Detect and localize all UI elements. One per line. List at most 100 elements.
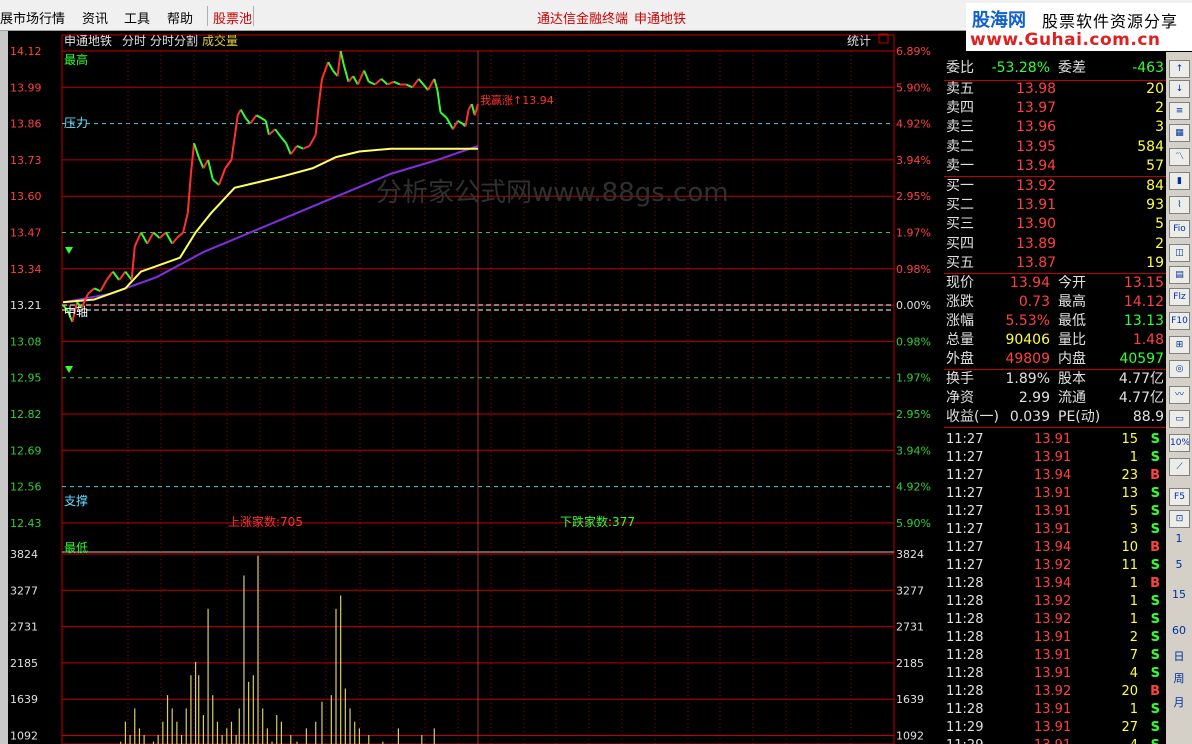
toolbar-button-4[interactable]: F5 [1169,488,1190,506]
toolbar-button-9[interactable]: 日 [1166,648,1192,664]
menu-separator [207,6,208,26]
tick-time: 11:28 [946,576,984,591]
price-line-segment [374,78,382,86]
percent-axis-label: 5.90% [896,81,931,94]
bid-volume: 2 [1155,235,1164,252]
price-line-segment [193,142,200,158]
toolbar-button-0[interactable]: Fio [1169,220,1190,238]
candle-icon[interactable]: ▮ [1169,172,1190,190]
menu-news[interactable]: 资讯 [82,8,108,27]
volume-axis-label: 1639 [10,693,38,706]
info-label: 量比 [1058,332,1086,348]
tick-volume: 15 [1121,432,1138,447]
tick-row: 11:28 13.91 2 S [944,628,1166,647]
tool-icon[interactable]: 〰 [1169,386,1190,404]
fundamental-row: 收益(一) 0.039 PE(动) 88.9 [944,408,1166,427]
toolbar-button-10[interactable]: 周 [1166,670,1192,686]
menu-help[interactable]: 帮助 [167,8,193,27]
bid-row: 买二 13.91 93 [944,196,1166,215]
panel-divider [944,427,1166,428]
left-scroll-strip[interactable] [0,31,8,744]
tool-icon[interactable]: ▭ [1169,410,1190,428]
info-label: 内盘 [1058,351,1086,367]
tick-row: 11:28 13.92 1 S [944,610,1166,629]
tick-price: 13.91 [1034,630,1072,645]
percent-axis-label: 0.00% [896,299,931,312]
tick-time: 11:27 [946,504,984,519]
menu-tools[interactable]: 工具 [124,8,150,27]
info-label: 涨幅 [946,313,974,329]
info-value: 13.13 [1123,313,1164,329]
menu-stock-pool[interactable]: 股票池 [213,8,252,27]
toolbar-button-11[interactable]: 月 [1166,694,1192,710]
price-axis-label: 12.95 [10,372,42,385]
chart-mode-volume[interactable]: 成交量 [202,33,238,48]
price-line-segment [224,159,233,169]
info-value: 0.73 [1018,294,1050,310]
menu-market[interactable]: 展市场行情 [0,8,65,27]
quote-info-row: 现价 13.94 今开 13.15 [944,274,1166,293]
tool-icon[interactable]: ▤ [1169,266,1190,284]
price-line-segment [146,232,155,245]
percent-axis-label: 4.92% [896,118,931,131]
tick-direction: S [1150,594,1160,609]
ma-line [62,144,479,304]
percent-axis-label: 3.94% [896,154,931,167]
price-line-segment [112,270,120,281]
toolbar-button-3[interactable]: 10% [1169,434,1190,452]
tick-row: 11:27 13.91 3 S [944,520,1166,539]
toolbar-button-1[interactable]: Flz [1169,288,1190,306]
list-icon[interactable]: ≡ [1169,102,1190,120]
price-line-segment [347,75,354,83]
down-arrow-icon[interactable]: ↓ [1169,80,1190,98]
grid-icon[interactable]: ▦ [1169,124,1190,142]
info-value: 4.77亿 [1118,390,1164,406]
info-label: 收益(一) [946,409,999,425]
info-value: 0.039 [1009,409,1050,425]
trend-icon[interactable]: ⌇ [1169,196,1190,214]
trend-icon[interactable]: 〽 [1169,148,1190,166]
logo-slogan: 股票软件资源分享 [1042,12,1179,31]
toolbar-button-7[interactable]: 15 [1166,588,1192,601]
info-value: 40597 [1119,351,1164,367]
tick-time: 11:27 [946,558,984,573]
percent-axis-label: 6.89% [896,45,931,58]
tick-time: 11:28 [946,684,984,699]
toolbar-button-8[interactable]: 60 [1166,624,1192,637]
chart-mode-split[interactable]: 分时分割 [150,33,198,48]
up-arrow-icon[interactable]: ↑ [1169,60,1190,78]
tick-price: 13.94 [1034,576,1072,591]
toolbar-button-2[interactable]: F10 [1169,312,1190,330]
toolbar-button-6[interactable]: 5 [1166,558,1192,571]
ask-volume: 2 [1155,100,1164,117]
weibi-label: 委比 [946,60,974,76]
price-axis-label: 13.08 [10,335,42,348]
tick-volume: 5 [1129,504,1138,519]
tool-icon[interactable]: ◎ [1169,360,1190,378]
stats-button[interactable]: 统计 [847,34,871,48]
toolbar-button-5[interactable]: 1 [1166,532,1192,545]
tick-row: 11:28 13.91 7 S [944,646,1166,665]
price-axis-label: 13.47 [10,227,42,240]
intraday-chart[interactable]: 14.12 13.99 13.86 13.73 13.60 13.47 13.34 13.21… [8,31,944,744]
chart-grid [61,34,895,744]
price-line-segment [417,78,425,86]
tool-icon[interactable]: ⊡ [1169,510,1190,528]
tick-row: 11:29 13.91 27 S [944,718,1166,737]
price-line-segment [249,114,258,125]
chart-mode-intraday[interactable]: 分时 [122,34,146,48]
tool-icon[interactable]: ⊞ [1169,336,1190,354]
quote-info-row: 涨幅 5.53% 最低 13.13 [944,312,1166,331]
tick-row: 11:27 13.91 15 S [944,430,1166,449]
price-axis-label: 12.43 [10,517,42,530]
tick-volume: 1 [1129,576,1138,591]
info-value: 88.9 [1132,409,1164,425]
ask-label: 卖一 [946,157,974,174]
tool-icon[interactable]: ◫ [1169,244,1190,262]
bid-row: 买四 13.89 2 [944,235,1166,254]
tick-time: 11:27 [946,468,984,483]
tool-icon[interactable]: ⟋ [1169,458,1190,476]
weibi-row: 委比 -53.28% 委差 -463 [944,59,1166,78]
ask-label: 卖三 [946,119,974,136]
tick-time: 11:28 [946,702,984,717]
